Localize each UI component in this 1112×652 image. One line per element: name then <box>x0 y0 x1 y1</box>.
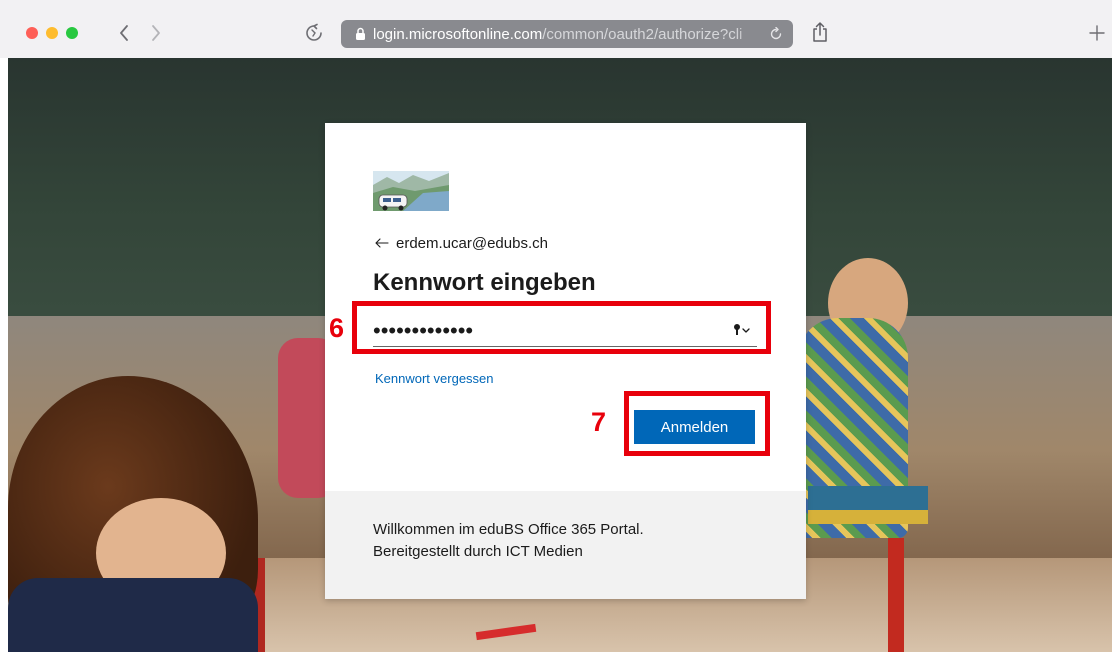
share-button[interactable] <box>809 18 831 46</box>
background-object <box>808 510 928 524</box>
identity-email: erdem.ucar@edubs.ch <box>396 234 548 252</box>
new-tab-button[interactable] <box>1086 20 1108 46</box>
forward-button[interactable] <box>146 20 166 46</box>
plus-icon <box>1089 25 1105 41</box>
footer-line-provider: Bereitgestellt durch ICT Medien <box>373 543 583 560</box>
privacy-report-button[interactable] <box>302 21 326 45</box>
browser-toolbar: login.microsoftonline.com/common/oauth2/… <box>0 0 1112 58</box>
url-text: login.microsoftonline.com/common/oauth2/… <box>373 26 793 43</box>
address-bar[interactable]: login.microsoftonline.com/common/oauth2/… <box>341 20 793 48</box>
chevron-right-icon <box>152 25 160 41</box>
organization-logo <box>373 171 449 211</box>
close-window-button[interactable] <box>26 27 38 39</box>
privacy-report-icon <box>306 23 322 41</box>
password-highlight-box <box>352 301 771 354</box>
background-chair <box>888 538 904 652</box>
chevron-left-icon <box>120 25 128 41</box>
footer-text: Willkommen im eduBS Office 365 Portal. B… <box>373 519 644 563</box>
back-arrow-icon <box>374 235 390 251</box>
signin-footer: Willkommen im eduBS Office 365 Portal. B… <box>325 491 806 599</box>
forgot-password-link[interactable]: Kennwort vergessen <box>375 371 494 386</box>
identity-banner[interactable]: erdem.ucar@edubs.ch <box>374 233 548 253</box>
step-number-6: 6 <box>329 313 345 343</box>
url-fade <box>735 20 765 48</box>
signin-highlight-box <box>624 391 770 456</box>
reload-button[interactable] <box>767 25 785 43</box>
footer-line-welcome: Willkommen im eduBS Office 365 Portal. <box>373 521 644 538</box>
step-number-7: 7 <box>591 407 607 437</box>
lock-icon <box>353 26 367 42</box>
zoom-window-button[interactable] <box>66 27 78 39</box>
background-child-shirt <box>8 578 258 652</box>
minimize-window-button[interactable] <box>46 27 58 39</box>
url-host: login.microsoftonline.com <box>373 25 543 43</box>
back-button[interactable] <box>114 20 134 46</box>
reload-icon <box>770 27 782 40</box>
share-icon <box>813 22 827 42</box>
page-title: Kennwort eingeben <box>373 269 596 296</box>
signin-card: erdem.ucar@edubs.ch Kennwort eingeben ••… <box>325 123 806 599</box>
url-path: /common/oauth2/authorize?cli <box>542 25 743 43</box>
